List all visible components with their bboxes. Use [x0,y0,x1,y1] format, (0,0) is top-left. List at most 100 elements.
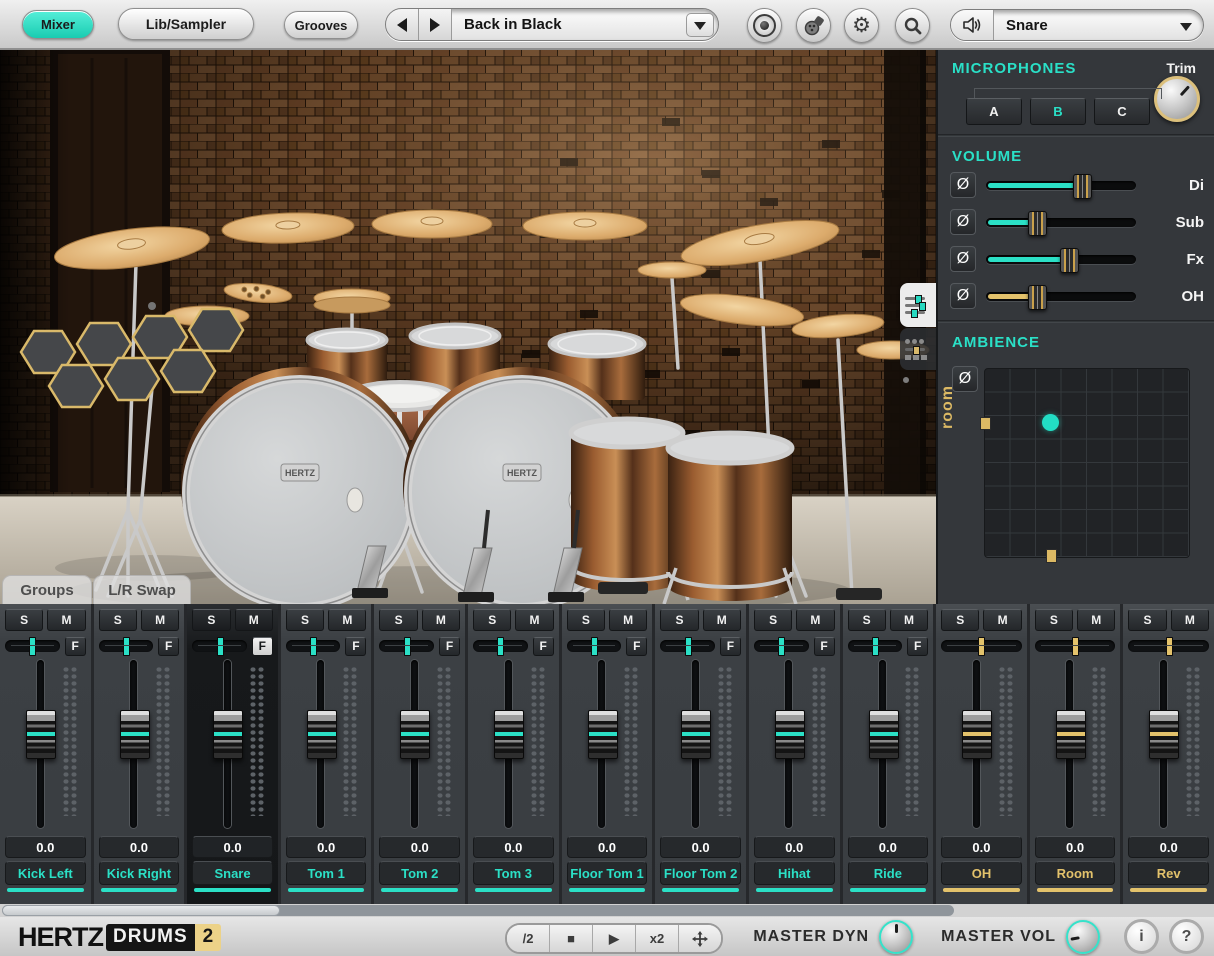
fx-send-button[interactable]: F [345,636,367,656]
ambience-point[interactable] [1042,413,1060,431]
volume-fader[interactable] [1146,660,1180,828]
volume-fader[interactable] [304,660,338,828]
channel-name[interactable]: Tom 2 [379,861,461,885]
fx-send-button[interactable]: F [64,636,86,656]
fader-thumb[interactable] [587,710,618,759]
mixer-panel-tab[interactable] [900,283,936,327]
sub-volume-slider[interactable] [986,210,1136,236]
ambience-xy-pad[interactable] [980,368,1190,563]
help-button[interactable]: ? [1169,919,1204,954]
solo-button[interactable]: S [5,609,44,631]
mixer-tab-button[interactable]: Mixer [22,10,94,39]
oh-volume-slider[interactable] [986,284,1136,310]
volume-fader[interactable] [585,660,619,828]
pan-slider[interactable] [1034,637,1116,656]
channel-name[interactable]: Kick Left [5,861,86,885]
solo-button[interactable]: S [285,609,325,631]
fx-send-button[interactable]: F [907,636,929,656]
phase-button[interactable]: Ø [950,246,976,272]
master-dyn-knob[interactable] [879,919,914,954]
fx-send-button[interactable]: F [532,636,554,656]
solo-button[interactable]: S [660,609,699,631]
preset-selector[interactable]: Back in Black [385,8,719,41]
mute-button[interactable]: M [140,609,180,631]
trim-knob[interactable] [1154,76,1200,122]
drum-kit-scene[interactable]: HERTZ HERTZ [0,48,936,604]
fx-send-button[interactable]: F [439,636,461,656]
channel-name[interactable]: Snare [192,861,273,885]
info-button[interactable]: i [1124,919,1159,954]
channel-name[interactable]: OH [941,861,1022,885]
fader-thumb[interactable] [26,710,56,759]
fader-thumb[interactable] [774,710,805,759]
channel-name[interactable]: Rev [1128,861,1209,885]
mute-button[interactable]: M [47,609,86,631]
pan-slider[interactable] [660,637,715,656]
solo-button[interactable]: S [1128,609,1167,631]
mute-button[interactable]: M [1077,609,1116,631]
settings-button[interactable]: ⚙ [844,8,879,43]
prev-preset-button[interactable] [386,9,418,40]
mic-tab-c[interactable]: C [1094,98,1150,125]
channel-name[interactable]: Ride [847,861,929,885]
mute-button[interactable]: M [421,609,461,631]
mute-button[interactable]: M [889,609,929,631]
play-button[interactable]: ▶ [592,925,635,952]
mic-panel-tab[interactable] [900,328,936,370]
pan-slider[interactable] [753,637,809,656]
fader-thumb[interactable] [306,710,337,759]
fader-thumb[interactable] [119,710,150,759]
solo-button[interactable]: S [473,609,512,631]
mute-button[interactable]: M [1170,609,1209,631]
fader-thumb[interactable] [1149,710,1180,759]
solo-button[interactable]: S [753,609,793,631]
mute-button[interactable]: M [234,609,273,631]
preset-dropdown-button[interactable] [686,12,714,37]
next-preset-button[interactable] [418,9,451,40]
half-tempo-button[interactable]: /2 [507,925,549,952]
channel-name[interactable]: Room [1034,861,1116,885]
instrument-dropdown-button[interactable] [1173,14,1199,36]
mute-button[interactable]: M [702,609,741,631]
fx-volume-slider[interactable] [986,247,1136,273]
floor-tom-2[interactable] [662,430,798,604]
mute-button[interactable]: M [796,609,835,631]
volume-fader[interactable] [678,660,712,828]
audition-button[interactable] [951,10,994,40]
pan-slider[interactable] [379,637,435,656]
mic-tab-b[interactable]: B [1030,98,1086,125]
search-button[interactable] [895,8,930,43]
midi-cable-button[interactable] [796,8,831,43]
fader-thumb[interactable] [213,710,244,759]
drag-midi-button[interactable] [678,925,721,952]
grooves-tab-button[interactable]: Grooves [284,11,358,39]
channel-name[interactable]: Kick Right [98,861,180,885]
pan-slider[interactable] [473,637,528,656]
volume-fader[interactable] [23,660,57,828]
fader-thumb[interactable] [1055,710,1086,759]
volume-fader[interactable] [772,660,806,828]
solo-button[interactable]: S [1034,609,1074,631]
channel-name[interactable]: Hihat [753,861,835,885]
lr-swap-tab[interactable]: L/R Swap [93,575,191,604]
mute-button[interactable]: M [609,609,648,631]
volume-fader[interactable] [491,660,525,828]
pan-slider[interactable] [5,637,60,656]
lib-sampler-tab-button[interactable]: Lib/Sampler [118,8,254,40]
di-volume-slider[interactable] [986,173,1136,199]
solo-button[interactable]: S [566,609,605,631]
pan-slider[interactable] [192,637,247,656]
volume-fader[interactable] [1053,660,1087,828]
solo-button[interactable]: S [98,609,137,631]
mic-tab-a[interactable]: A [966,98,1022,125]
fx-send-button[interactable]: F [626,636,648,656]
channel-name[interactable]: Tom 1 [285,861,367,885]
mute-button[interactable]: M [328,609,367,631]
channel-name[interactable]: Floor Tom 2 [660,861,741,885]
fader-thumb[interactable] [400,710,431,759]
solo-button[interactable]: S [379,609,418,631]
fx-send-button[interactable]: F [158,636,180,656]
scrollbar-track[interactable] [2,905,954,916]
pan-slider[interactable] [1128,637,1209,656]
mute-button[interactable]: M [983,609,1022,631]
